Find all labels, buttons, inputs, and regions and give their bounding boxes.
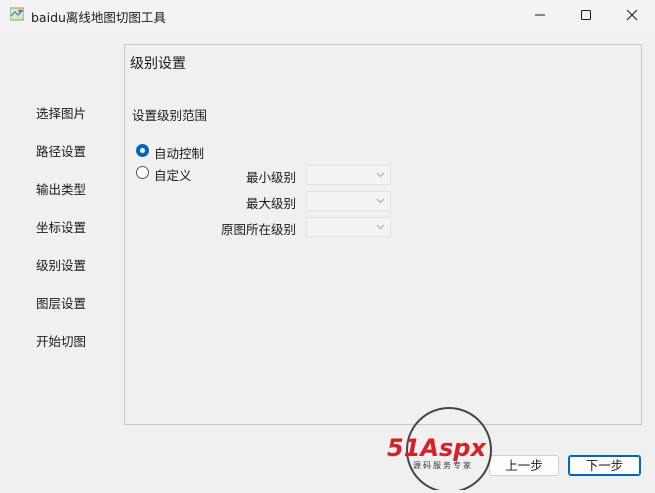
- minimize-icon: [535, 14, 545, 16]
- maximize-button[interactable]: [563, 0, 609, 30]
- max-level-select[interactable]: [306, 191, 391, 211]
- next-step-button[interactable]: 下一步: [568, 455, 641, 476]
- panel-title: 级别设置: [130, 56, 186, 72]
- chevron-down-icon: [376, 224, 385, 230]
- svg-text:源码服务专家: 源码服务专家: [413, 460, 473, 470]
- auto-control-label[interactable]: 自动控制: [154, 143, 204, 162]
- sidebar-item-coordinate-settings[interactable]: 坐标设置: [36, 217, 86, 236]
- min-level-select[interactable]: [306, 165, 391, 185]
- close-button[interactable]: [609, 0, 655, 30]
- original-level-label: 原图所在级别: [220, 222, 296, 237]
- custom-radio[interactable]: [136, 166, 149, 179]
- sidebar-item-path-settings[interactable]: 路径设置: [36, 141, 86, 160]
- svg-text:51Aspx: 51Aspx: [387, 434, 487, 462]
- sidebar-item-select-image[interactable]: 选择图片: [36, 103, 86, 122]
- max-level-label: 最大级别: [245, 196, 296, 211]
- auto-control-radio[interactable]: [136, 144, 149, 157]
- chevron-down-icon: [376, 198, 385, 204]
- maximize-icon: [581, 10, 591, 20]
- close-icon: [626, 9, 638, 21]
- 51aspx-watermark-logo: 51Aspx 源码服务专家: [385, 402, 515, 493]
- original-level-select[interactable]: [306, 217, 391, 237]
- range-section-label: 设置级别范围: [132, 108, 208, 123]
- minimize-button[interactable]: [517, 0, 563, 30]
- map-app-icon: [9, 7, 25, 21]
- custom-label[interactable]: 自定义: [154, 165, 192, 184]
- min-level-label: 最小级别: [245, 170, 296, 185]
- chevron-down-icon: [376, 172, 385, 178]
- window-title: baidu离线地图切图工具: [31, 10, 166, 25]
- title-bar: baidu离线地图切图工具: [0, 0, 655, 31]
- sidebar-item-output-type[interactable]: 输出类型: [36, 179, 86, 198]
- sidebar-item-level-settings[interactable]: 级别设置: [36, 255, 86, 274]
- sidebar-item-start-cutting[interactable]: 开始切图: [36, 331, 86, 350]
- sidebar-item-layer-settings[interactable]: 图层设置: [36, 293, 86, 312]
